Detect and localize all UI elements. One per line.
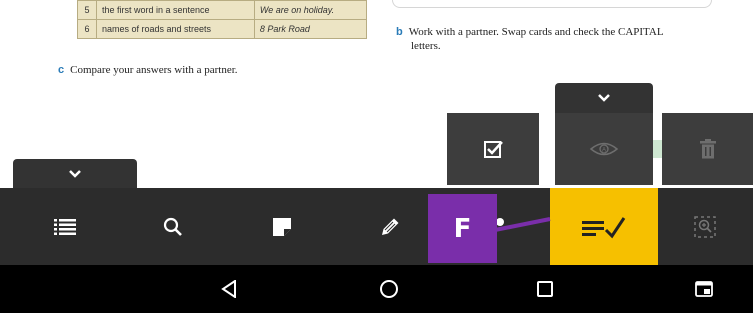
row-rule: names of roads and streets	[96, 19, 255, 39]
system-nav-bar	[0, 265, 753, 313]
row-number: 6	[77, 19, 97, 39]
contents-button[interactable]	[25, 188, 105, 265]
screen-button[interactable]	[674, 265, 734, 313]
pencil-icon	[382, 218, 399, 235]
back-button[interactable]	[199, 265, 259, 313]
chevron-down-icon	[69, 170, 81, 178]
screen-icon	[695, 281, 713, 297]
show-answers-button[interactable]: A	[555, 113, 653, 185]
tools-collapse-button[interactable]	[555, 83, 653, 113]
checkbox-icon	[484, 141, 503, 158]
eye-icon: A	[589, 142, 619, 156]
question-c: c Compare your answers with a partner.	[58, 64, 238, 76]
annotation-badge: F	[428, 194, 497, 263]
row-example: We are on holiday.	[253, 0, 368, 20]
page-highlight	[652, 140, 662, 158]
row-rule: the first word in a sentence	[96, 0, 255, 20]
search-button[interactable]	[133, 188, 213, 265]
question-c-letter: c	[58, 64, 65, 76]
row-number: 5	[77, 0, 97, 20]
capital-letters-table: 5 the first word in a sentence We are on…	[77, 0, 368, 39]
question-b-line2: letters.	[411, 40, 441, 52]
question-b-letter: b	[396, 26, 403, 38]
card-outline	[392, 0, 712, 8]
annotation-pointer	[494, 217, 551, 232]
mark-answers-button[interactable]	[550, 188, 658, 265]
recents-button[interactable]	[515, 265, 575, 313]
home-button[interactable]	[359, 265, 419, 313]
delete-answers-button[interactable]	[662, 113, 753, 185]
row-example: 8 Park Road	[253, 19, 368, 39]
chevron-down-icon	[598, 94, 610, 102]
table-row: 6 names of roads and streets 8 Park Road	[77, 19, 368, 39]
recents-icon	[537, 281, 553, 297]
search-icon	[163, 217, 182, 236]
sticky-note-icon	[273, 217, 291, 236]
question-c-text: Compare your answers with a partner.	[70, 64, 238, 76]
question-b-line1: Work with a partner. Swap cards and chec…	[408, 26, 664, 38]
list-icon	[54, 218, 76, 235]
pen-button[interactable]	[350, 188, 430, 265]
svg-text:A: A	[602, 148, 606, 154]
trash-icon	[700, 139, 716, 159]
check-answers-button[interactable]	[447, 113, 539, 185]
home-icon	[380, 280, 398, 298]
question-b: b Work with a partner. Swap cards and che…	[396, 26, 664, 38]
notes-button[interactable]	[242, 188, 322, 265]
zoom-area-button[interactable]	[657, 188, 753, 265]
back-icon	[221, 280, 236, 298]
table-row: 5 the first word in a sentence We are on…	[77, 0, 368, 20]
toolbar-collapse-button[interactable]	[13, 159, 137, 189]
zoom-area-icon	[694, 215, 716, 238]
mark-answers-icon	[582, 216, 626, 238]
